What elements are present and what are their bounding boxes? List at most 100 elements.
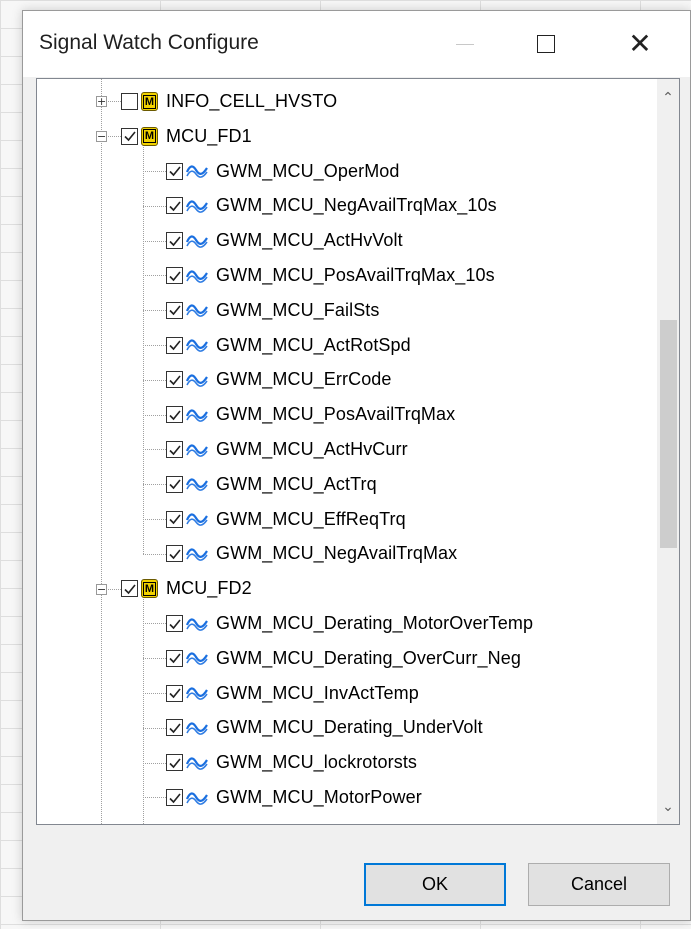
tree-connector-line (143, 762, 166, 764)
tree-signal-item[interactable]: GWM_MCU_ErrCode (166, 362, 392, 397)
close-button[interactable]: ✕ (603, 11, 677, 77)
signal-wave-icon (186, 372, 216, 388)
tree-signal-item[interactable]: GWM_MCU_ActTrq (166, 467, 377, 502)
signal-wave-icon (186, 616, 216, 632)
signal-wave-icon (186, 685, 216, 701)
signal-wave-icon (186, 268, 216, 284)
checkbox[interactable] (166, 510, 183, 528)
tree-signal-item[interactable]: GWM_MCU_Derating_UnderVolt (166, 710, 483, 745)
signal-wave-icon (186, 650, 216, 666)
checkbox[interactable] (166, 615, 183, 632)
tree-signal-item[interactable]: GWM_MCU_Derating_OverCurr_Neg (166, 641, 521, 676)
collapse-toggle-icon[interactable]: − (96, 583, 107, 595)
checkbox[interactable] (121, 93, 138, 110)
tree-group-item[interactable]: M MCU_FD2 (121, 571, 252, 606)
checkbox[interactable] (166, 441, 183, 458)
checkbox[interactable] (166, 232, 183, 250)
expand-toggle-icon[interactable]: + (96, 96, 107, 108)
tree-connector-line (101, 79, 102, 824)
tree-connector-line (143, 484, 166, 486)
tree-signal-item[interactable]: GWM_MCU_ActHvVolt (166, 223, 403, 258)
group-label: MCU_FD2 (166, 578, 252, 599)
checkbox[interactable] (166, 649, 183, 667)
checkbox[interactable] (166, 336, 183, 354)
signal-label: GWM_MCU_FailSts (216, 299, 380, 320)
signal-watch-dialog: Signal Watch Configure ✕ + M INFO_CELL_HVS… (22, 10, 691, 921)
collapse-toggle-icon[interactable]: − (96, 131, 107, 143)
scrollbar-thumb[interactable] (660, 319, 677, 548)
checkbox[interactable] (121, 580, 138, 598)
minimize-icon (456, 43, 474, 45)
checkbox[interactable] (166, 301, 183, 319)
checkbox[interactable] (166, 754, 183, 772)
ok-button[interactable]: OK (364, 863, 506, 906)
signal-label: GWM_MCU_PosAvailTrqMax (216, 404, 456, 425)
message-icon: M (141, 92, 158, 111)
checkbox[interactable] (166, 406, 183, 424)
checkbox[interactable] (166, 371, 183, 389)
checkbox[interactable] (166, 162, 183, 180)
close-icon: ✕ (628, 28, 652, 59)
tree-signal-item[interactable]: GWM_MCU_EffReqTrq (166, 502, 406, 537)
tree-signal-item[interactable]: GWM_MCU_PosAvailTrqMax (166, 397, 455, 432)
tree-group-item[interactable]: M INFO_CELL_HVSTO (121, 84, 337, 119)
signal-wave-icon (186, 233, 216, 249)
signal-tree[interactable]: + M INFO_CELL_HVSTO − M MCU_FD1 GWM_MCU_OperMo… (36, 78, 680, 825)
signal-label: GWM_MCU_MotorPower (216, 787, 422, 807)
checkbox[interactable] (166, 475, 183, 493)
checkbox[interactable] (166, 267, 183, 284)
tree-connector-line (143, 205, 166, 207)
signal-label: GWM_MCU_ActTrq (216, 473, 377, 494)
signal-label: GWM_MCU_NegAvailTrqMax (216, 543, 458, 564)
maximize-button[interactable] (509, 11, 583, 77)
tree-connector-line (143, 240, 166, 242)
checkbox[interactable] (121, 127, 138, 145)
tree-signal-item[interactable]: GWM_MCU_Derating_MotorOverTemp (166, 606, 533, 641)
tree-group-item[interactable]: M MCU_FD1 (121, 119, 252, 154)
checkbox[interactable] (166, 197, 183, 215)
scroll-down-button[interactable]: ⌄ (657, 792, 679, 820)
tree-signal-item[interactable]: GWM_MCU_ActRotSpd (166, 328, 411, 363)
signal-label: GWM_MCU_PosAvailTrqMax_10s (216, 265, 495, 285)
signal-wave-icon (186, 442, 216, 458)
maximize-icon (537, 35, 555, 53)
signal-label: GWM_MCU_ActHvVolt (216, 230, 403, 251)
signal-label: GWM_MCU_OperMod (216, 160, 400, 181)
tree-connector-line (143, 623, 166, 625)
checkbox[interactable] (166, 789, 183, 806)
scroll-up-button[interactable]: ⌃ (657, 83, 679, 111)
tree-signal-item[interactable]: GWM_MCU_MotorPower (166, 780, 422, 815)
tree-connector-line (143, 797, 166, 799)
signal-label: GWM_MCU_InvActTemp (216, 682, 419, 703)
tree-content: + M INFO_CELL_HVSTO − M MCU_FD1 GWM_MCU_OperMo… (37, 79, 657, 824)
vertical-scrollbar[interactable]: ⌃ ⌄ (657, 79, 679, 824)
signal-wave-icon (186, 511, 216, 527)
checkbox[interactable] (166, 684, 183, 702)
tree-connector-line (143, 310, 166, 312)
cancel-button[interactable]: Cancel (528, 863, 670, 906)
signal-wave-icon (186, 790, 216, 806)
signal-wave-icon (186, 720, 216, 736)
tree-connector-line (143, 693, 166, 694)
tree-signal-item[interactable]: GWM_MCU_FailSts (166, 293, 380, 328)
checkbox[interactable] (166, 719, 183, 737)
tree-connector-line (143, 275, 166, 277)
signal-wave-icon (186, 163, 216, 179)
message-icon: M (141, 579, 158, 599)
signal-label: GWM_MCU_ActRotSpd (216, 334, 411, 355)
checkbox[interactable] (166, 545, 183, 563)
tree-signal-item[interactable]: GWM_MCU_NegAvailTrqMax (166, 536, 457, 571)
tree-signal-item[interactable]: GWM_MCU_InvActTemp (166, 676, 419, 711)
tree-connector-line (143, 727, 166, 729)
chevron-up-icon: ⌃ (662, 88, 674, 105)
tree-connector-line (143, 597, 144, 824)
tree-signal-item[interactable]: GWM_MCU_ActHvCurr (166, 432, 408, 467)
tree-signal-item[interactable]: GWM_MCU_NegAvailTrqMax_10s (166, 188, 497, 223)
group-label: MCU_FD1 (166, 125, 252, 146)
tree-signal-item[interactable]: GWM_MCU_lockrotorsts (166, 745, 417, 780)
minimize-button[interactable] (428, 11, 502, 77)
tree-signal-item[interactable]: GWM_MCU_PosAvailTrqMax_10s (166, 258, 495, 293)
signal-label: GWM_MCU_ErrCode (216, 369, 392, 390)
dialog-title: Signal Watch Configure (39, 31, 259, 54)
tree-signal-item[interactable]: GWM_MCU_OperMod (166, 154, 400, 189)
